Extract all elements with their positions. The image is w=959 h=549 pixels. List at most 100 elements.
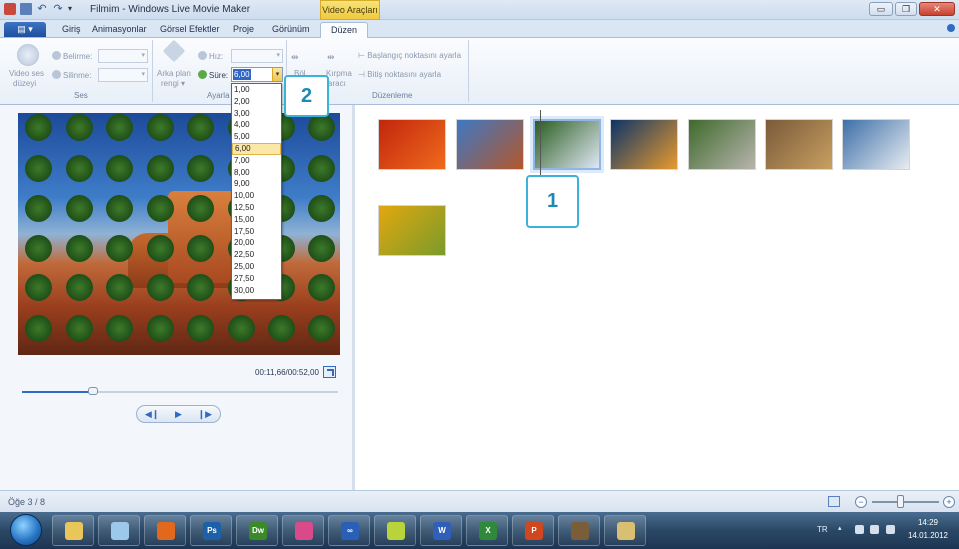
tab-proje[interactable]: Proje <box>233 24 254 34</box>
taskbar-app-dreamweaver[interactable]: Dw <box>236 515 278 546</box>
duration-option[interactable]: 8,00 <box>232 167 281 179</box>
duration-value[interactable]: 6,00 <box>233 69 251 80</box>
taskbar-app-photoshop[interactable]: Ps <box>190 515 232 546</box>
trim-tool-label[interactable]: Kırpma <box>326 69 352 78</box>
taskbar-app-explorer[interactable] <box>52 515 94 546</box>
video-volume-label[interactable]: Video ses <box>9 69 44 78</box>
tab-giris[interactable]: Giriş <box>62 24 81 34</box>
taskbar-app-windows-live[interactable] <box>98 515 140 546</box>
zoom-in-button[interactable]: + <box>943 496 955 508</box>
video-volume-label-line2[interactable]: düzeyi <box>13 79 36 88</box>
fade-out-select[interactable] <box>98 68 148 82</box>
duration-option[interactable]: 3,00 <box>232 108 281 120</box>
duration-option[interactable]: 12,50 <box>232 202 281 214</box>
duration-option[interactable]: 2,00 <box>232 96 281 108</box>
tab-duzen[interactable]: Düzen <box>320 22 369 39</box>
background-color-label-line2[interactable]: rengi ▾ <box>161 79 185 88</box>
transition-circle <box>66 195 93 222</box>
next-frame-button[interactable]: ❙▶ <box>198 409 212 420</box>
taskbar-app-messenger[interactable]: ∞ <box>328 515 370 546</box>
app-icon[interactable] <box>4 3 16 15</box>
zoom-out-button[interactable]: − <box>855 496 867 508</box>
duration-option[interactable]: 17,50 <box>232 226 281 238</box>
seek-handle[interactable] <box>87 387 98 395</box>
video-volume-icon[interactable] <box>17 44 39 66</box>
storyboard-clip-flower-red[interactable] <box>378 119 446 170</box>
quick-access-toolbar: ↶ ↷ ▾ <box>4 3 76 15</box>
trim-tool-label-line2[interactable]: aracı <box>328 79 346 88</box>
language-indicator[interactable]: TR <box>817 525 828 534</box>
duration-option[interactable]: 4,00 <box>232 119 281 131</box>
storyboard-clip-desert[interactable] <box>456 119 524 170</box>
zoom-slider[interactable] <box>872 501 939 503</box>
clock-date[interactable]: 14.01.2012 <box>903 531 953 540</box>
action-center-icon[interactable] <box>855 525 864 534</box>
duration-option[interactable]: 30,00 <box>232 285 281 297</box>
redo-icon[interactable]: ↷ <box>52 3 64 15</box>
undo-icon[interactable]: ↶ <box>36 3 48 15</box>
zoom-slider-handle[interactable] <box>897 495 904 508</box>
duration-option[interactable]: 6,00 <box>232 142 281 155</box>
taskbar-app-excel[interactable]: X <box>466 515 508 546</box>
set-start-point-button[interactable]: ⊢ Başlangıç noktasını ayarla <box>358 51 461 60</box>
tab-gorunum[interactable]: Görünüm <box>272 24 310 34</box>
clock-time[interactable]: 14:29 <box>903 518 953 527</box>
speed-select[interactable] <box>231 49 283 63</box>
duration-option[interactable]: 22,50 <box>232 249 281 261</box>
duration-option[interactable]: 15,00 <box>232 214 281 226</box>
duration-option[interactable]: 25,00 <box>232 261 281 273</box>
duration-option[interactable]: 5,00 <box>232 131 281 143</box>
taskbar-app-paint-net[interactable] <box>282 515 324 546</box>
background-color-label[interactable]: Arka plan <box>157 69 191 78</box>
storyboard-clip-penguins[interactable] <box>842 119 910 170</box>
taskbar-app-firefox[interactable] <box>144 515 186 546</box>
duration-option[interactable]: 27,50 <box>232 273 281 285</box>
chevron-down-icon[interactable]: ▾ <box>272 68 282 81</box>
storyboard-clip-tulips[interactable] <box>378 205 446 256</box>
customize-toolbar-icon[interactable]: ▾ <box>68 3 76 15</box>
tab-animasyonlar[interactable]: Animasyonlar <box>92 24 147 34</box>
save-icon[interactable] <box>20 3 32 15</box>
transition-circle <box>228 315 255 342</box>
network-icon[interactable] <box>870 525 879 534</box>
maximize-button[interactable]: ❐ <box>895 2 917 16</box>
taskbar-app-paint[interactable] <box>604 515 646 546</box>
trim-tool-icon[interactable]: ⇹ <box>327 52 335 63</box>
fullscreen-icon[interactable] <box>323 366 336 378</box>
volume-icon[interactable] <box>886 525 895 534</box>
close-button[interactable]: ✕ <box>919 2 955 16</box>
play-button[interactable]: ▶ <box>175 409 182 420</box>
duration-option[interactable]: 7,00 <box>232 155 281 167</box>
minimize-button[interactable]: ▭ <box>869 2 893 16</box>
duration-option[interactable]: 20,00 <box>232 237 281 249</box>
duration-combobox[interactable]: 6,00 ▾ <box>231 67 283 82</box>
storyboard-clip-koala[interactable] <box>688 119 756 170</box>
paint-bucket-icon[interactable] <box>162 39 186 63</box>
taskbar-app-snipping[interactable] <box>374 515 416 546</box>
taskbar-app-word[interactable]: W <box>420 515 462 546</box>
duration-option[interactable]: 9,00 <box>232 178 281 190</box>
show-hidden-icons[interactable]: ▴ <box>838 524 844 533</box>
taskbar-app-powerpoint[interactable]: P <box>512 515 554 546</box>
previous-frame-button[interactable]: ◀❙ <box>145 409 159 420</box>
set-end-point-button[interactable]: ⊣ Bitiş noktasını ayarla <box>358 70 441 79</box>
taskbar-app-movie-maker[interactable] <box>558 515 600 546</box>
duration-option[interactable]: 1,00 <box>232 84 281 96</box>
transition-circle <box>147 195 174 222</box>
storyboard-clip-lighthouse[interactable] <box>765 119 833 170</box>
file-menu-button[interactable]: ▤ ▾ <box>4 22 46 37</box>
thumbnail-size-icon[interactable] <box>828 496 840 507</box>
help-icon[interactable] <box>947 24 955 32</box>
transition-circle <box>66 274 93 301</box>
start-button[interactable] <box>10 514 42 546</box>
explorer-icon <box>65 522 83 540</box>
duration-option[interactable]: 10,00 <box>232 190 281 202</box>
split-icon[interactable]: ⇹ <box>291 52 299 63</box>
transition-circle <box>147 114 174 141</box>
fade-in-select[interactable] <box>98 49 148 63</box>
tab-gorsel-efektler[interactable]: Görsel Efektler <box>160 24 220 34</box>
video-preview[interactable] <box>18 113 340 355</box>
storyboard-clip-jellyfish[interactable] <box>610 119 678 170</box>
transition-circle <box>25 274 52 301</box>
storyboard-clip-hydrangea[interactable] <box>530 116 604 173</box>
